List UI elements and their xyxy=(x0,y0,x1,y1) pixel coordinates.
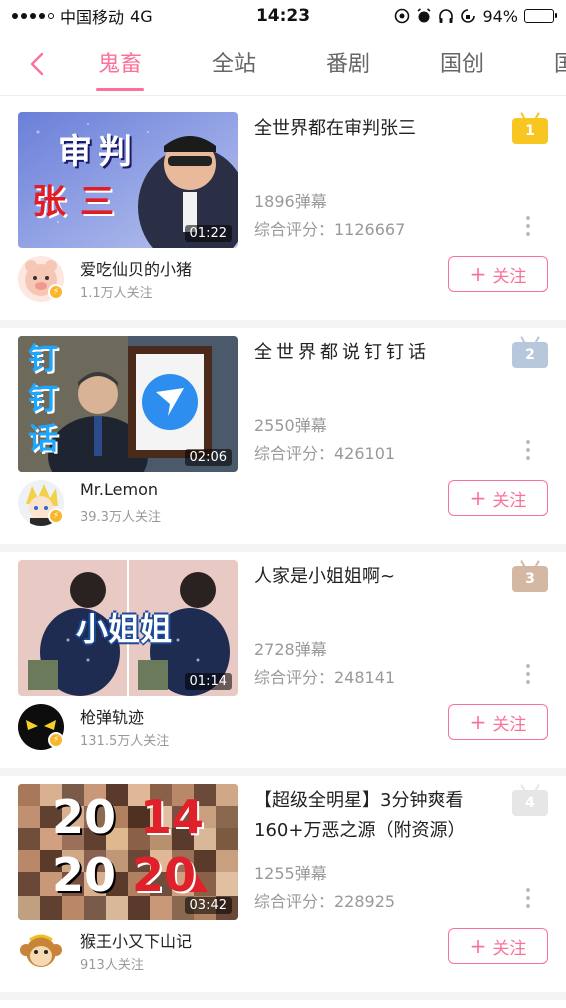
follow-label: 关注 xyxy=(492,266,527,287)
danmaku-count: 2728弹幕 xyxy=(254,640,327,659)
video-thumbnail[interactable]: 审判 张三 01:22 xyxy=(18,112,238,248)
tab-all-site[interactable]: 全站 xyxy=(212,46,256,78)
ranking-list-item[interactable]: 小姐姐 01:14 人家是小姐姐啊~ 3 2728弹幕 综合评分：248141 … xyxy=(0,544,566,768)
tab-bangumi[interactable]: 番剧 xyxy=(326,46,370,78)
thumbnail-caption-char: 钉 xyxy=(28,382,58,417)
ranking-list-item[interactable]: 20 14 20 20 03:42 【超级全明星】3分钟爽看160+万恶之源（附… xyxy=(0,768,566,992)
rank-badge: 4 xyxy=(512,790,548,816)
back-arrow-icon[interactable] xyxy=(24,46,52,82)
verified-badge-icon: ⚡ xyxy=(48,732,64,748)
tab-guichu[interactable]: 鬼畜 xyxy=(96,46,145,91)
thumbnail-caption: 张三 xyxy=(32,182,128,222)
tab-label: 鬼畜 xyxy=(98,52,143,77)
follow-button[interactable]: + 关注 xyxy=(448,928,548,964)
verified-badge-icon: ⚡ xyxy=(48,508,64,524)
verified-badge-icon: ⚡ xyxy=(48,284,64,300)
tab-label: 国创 xyxy=(440,52,485,77)
tab-more-partial[interactable]: 国 xyxy=(554,46,566,78)
video-thumbnail[interactable]: 小姐姐 01:14 xyxy=(18,560,238,696)
overall-score: 综合评分：248141 xyxy=(254,668,396,687)
plus-icon: + xyxy=(469,710,487,734)
more-options-icon[interactable] xyxy=(520,214,536,238)
plus-icon: + xyxy=(469,486,487,510)
tab-guochuang[interactable]: 国创 xyxy=(440,46,484,78)
danmaku-count: 1255弹幕 xyxy=(254,864,327,883)
follower-count: 39.3万人关注 xyxy=(80,510,161,525)
video-title[interactable]: 全世界都在审判张三 xyxy=(254,114,494,144)
uploader-name[interactable]: 枪弹轨迹 xyxy=(80,704,144,728)
list-separator xyxy=(0,992,566,1000)
video-thumbnail[interactable]: 20 14 20 20 03:42 xyxy=(18,784,238,920)
uploader-name[interactable]: Mr.Lemon xyxy=(80,480,158,499)
video-duration: 02:06 xyxy=(184,449,232,466)
thumbnail-caption: 20 xyxy=(52,848,117,902)
follow-button[interactable]: + 关注 xyxy=(448,256,548,292)
alarm-icon xyxy=(417,8,431,23)
video-duration: 01:14 xyxy=(184,673,232,690)
follow-label: 关注 xyxy=(492,714,527,735)
rank-badge: 1 xyxy=(512,118,548,144)
follow-label: 关注 xyxy=(492,490,527,511)
follower-count: 131.5万人关注 xyxy=(80,734,170,749)
uploader-name[interactable]: 爱吃仙贝的小猪 xyxy=(80,256,192,280)
more-options-icon[interactable] xyxy=(520,886,536,910)
status-bar: 中国移动 4G 14:23 94% xyxy=(0,0,566,32)
avatar[interactable] xyxy=(18,928,64,974)
active-tab-indicator xyxy=(96,88,145,91)
battery-icon xyxy=(524,9,557,23)
thumbnail-caption-char: 钉 xyxy=(28,342,58,377)
video-title[interactable]: 【超级全明星】3分钟爽看160+万恶之源（附资源） xyxy=(254,786,494,846)
follow-button[interactable]: + 关注 xyxy=(448,480,548,516)
follower-count: 913人关注 xyxy=(80,958,144,973)
thumbnail-caption: 审判 xyxy=(58,132,138,172)
status-right: 94% xyxy=(394,6,557,26)
thumbnail-caption: 小姐姐 xyxy=(76,610,173,648)
plus-icon: + xyxy=(469,262,487,286)
follower-count: 1.1万人关注 xyxy=(80,286,153,301)
thumbnail-caption-char: 话 xyxy=(28,422,58,457)
uploader-name[interactable]: 猴王小又下山记 xyxy=(80,928,192,952)
danmaku-count: 1896弹幕 xyxy=(254,192,327,211)
tab-label: 番剧 xyxy=(326,52,371,77)
thumbnail-caption: 20 xyxy=(132,848,197,902)
more-options-icon[interactable] xyxy=(520,438,536,462)
tab-label: 国 xyxy=(554,52,566,77)
video-thumbnail[interactable]: 钉 钉 话 02:06 xyxy=(18,336,238,472)
plus-icon: + xyxy=(469,934,487,958)
at-icon xyxy=(395,8,410,24)
headphones-icon xyxy=(439,9,454,23)
thumbnail-caption: 20 xyxy=(52,790,117,844)
rank-badge: 3 xyxy=(512,566,548,592)
ranking-list-item[interactable]: 审判 张三 01:22 全世界都在审判张三 1 1896弹幕 综合评分：1126… xyxy=(0,96,566,320)
video-title[interactable]: 人家是小姐姐啊~ xyxy=(254,562,494,592)
category-tab-bar: 鬼畜 全站 番剧 国创 国 xyxy=(0,32,566,96)
follow-button[interactable]: + 关注 xyxy=(448,704,548,740)
rank-badge: 2 xyxy=(512,342,548,368)
overall-score: 综合评分：426101 xyxy=(254,444,396,463)
video-title[interactable]: 全世界都说钉钉话 xyxy=(254,338,494,368)
follow-label: 关注 xyxy=(492,938,527,959)
danmaku-count: 2550弹幕 xyxy=(254,416,327,435)
thumbnail-caption: 钉 钉 话 xyxy=(28,340,58,460)
ranking-list-item[interactable]: 钉 钉 话 02:06 全世界都说钉钉话 2 2550弹幕 综合评分：42610… xyxy=(0,320,566,544)
video-duration: 03:42 xyxy=(184,897,232,914)
thumbnail-caption: 14 xyxy=(140,790,205,844)
overall-score: 综合评分：228925 xyxy=(254,892,396,911)
more-options-icon[interactable] xyxy=(520,662,536,686)
rotation-lock-icon xyxy=(461,9,476,23)
tab-label: 全站 xyxy=(212,52,257,77)
video-duration: 01:22 xyxy=(184,225,232,242)
battery-percent: 94% xyxy=(482,6,518,26)
overall-score: 综合评分：1126667 xyxy=(254,220,406,239)
